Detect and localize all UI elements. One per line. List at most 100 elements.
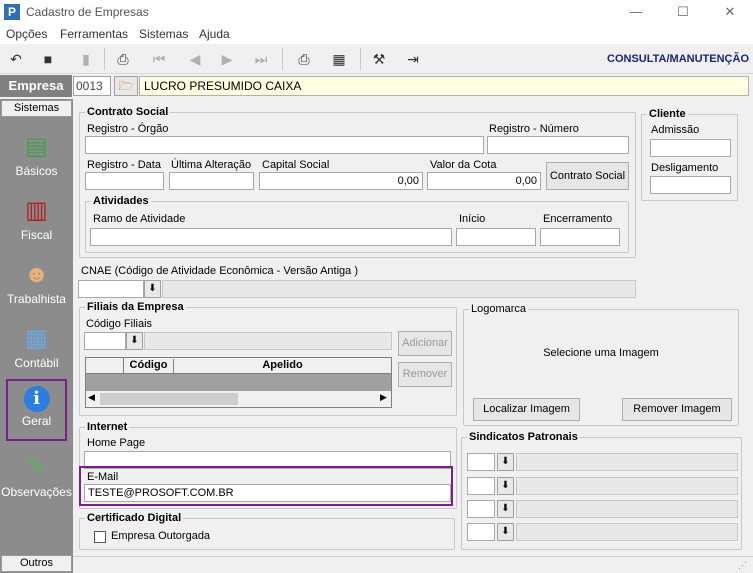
cliente-title: Cliente <box>647 108 688 120</box>
capital-social-field[interactable]: 0,00 <box>259 172 423 190</box>
contrato-social-button[interactable]: Contrato Social <box>546 162 629 190</box>
sindicato-2-description <box>516 477 738 495</box>
adicionar-button[interactable]: Adicionar <box>398 331 452 356</box>
email-field[interactable]: TESTE@PROSOFT.COM.BR <box>84 484 451 502</box>
info-icon: i <box>23 386 50 412</box>
sindicato-3-description <box>516 500 738 518</box>
empresa-code-field[interactable]: 0013 <box>73 76 111 96</box>
document-icon[interactable]: ▮ <box>75 48 97 70</box>
registro-numero-field[interactable] <box>487 136 629 154</box>
admissao-label: Admissão <box>651 124 700 136</box>
menu-ferramentas[interactable]: Ferramentas <box>60 27 128 41</box>
sidebar-item-label: Básicos <box>15 164 58 178</box>
home-page-label: Home Page <box>87 437 146 449</box>
next-record-icon[interactable]: ▶ <box>216 48 238 70</box>
first-record-icon[interactable]: ⏮ <box>148 48 170 70</box>
sindicato-3-field[interactable] <box>467 500 495 518</box>
maximize-button[interactable]: ☐ <box>668 3 698 21</box>
col-codigo-header[interactable]: Código <box>124 359 174 373</box>
scroll-right-icon[interactable]: ▶ <box>380 392 387 403</box>
menu-bar: Opções Ferramentas Sistemas Ajuda <box>0 24 753 44</box>
filiais-title: Filiais da Empresa <box>85 301 186 313</box>
certificado-title: Certificado Digital <box>85 512 184 524</box>
spreadsheet-icon: ▤ <box>25 133 48 160</box>
ramo-atividade-field[interactable] <box>90 228 452 246</box>
row-indicator-header <box>86 358 124 373</box>
print-icon[interactable]: ⎙ <box>293 48 315 70</box>
menu-opcoes[interactable]: Opções <box>6 27 47 41</box>
registro-orgao-label: Registro - Órgão <box>87 123 169 135</box>
sidebar-item-trabalhista[interactable]: ☻ Trabalhista <box>0 248 73 310</box>
localizar-imagem-button[interactable]: Localizar Imagem <box>473 398 580 421</box>
exit-icon[interactable]: ⇥ <box>402 48 424 70</box>
sidebar-header[interactable]: Sistemas <box>1 100 72 117</box>
sindicato-4-dropdown-icon[interactable]: ⬇ <box>497 523 514 541</box>
registro-data-field[interactable] <box>85 172 164 190</box>
sidebar-item-basicos[interactable]: ▤ Básicos <box>0 120 73 182</box>
admissao-field[interactable] <box>650 139 731 157</box>
sidebar-item-observacoes[interactable]: ✎ Observações <box>0 441 73 503</box>
empresa-name-field[interactable]: LUCRO PRESUMIDO CAIXA <box>139 76 749 96</box>
minimize-button[interactable]: — <box>621 3 651 21</box>
open-folder-icon[interactable]: 🗁 <box>114 76 138 96</box>
scroll-thumb[interactable] <box>100 393 238 405</box>
col-apelido-header[interactable]: Apelido <box>174 359 391 371</box>
filiais-horizontal-scrollbar[interactable]: ◀ ▶ <box>86 391 391 407</box>
registro-data-label: Registro - Data <box>87 159 161 171</box>
toolbar-separator <box>282 48 283 70</box>
sindicato-3-dropdown-icon[interactable]: ⬇ <box>497 500 514 518</box>
ultima-alteracao-label: Última Alteração <box>171 159 252 171</box>
cnae-description-field <box>162 280 636 298</box>
menu-sistemas[interactable]: Sistemas <box>139 27 188 41</box>
logomarca-prompt: Selecione uma Imagem <box>543 347 659 359</box>
toolbar-separator <box>104 48 105 70</box>
codigo-filiais-field[interactable] <box>84 332 126 350</box>
ultima-alteracao-field[interactable] <box>169 172 254 190</box>
empresa-outorgada-checkbox[interactable] <box>94 531 106 543</box>
previous-record-icon[interactable]: ◀ <box>184 48 206 70</box>
save-icon[interactable]: ■ <box>37 48 59 70</box>
sidebar-item-label: Geral <box>21 414 52 428</box>
remover-filial-button[interactable]: Remover <box>398 362 452 387</box>
email-label: E-Mail <box>87 471 119 483</box>
tools-icon[interactable]: ⚒ <box>368 48 390 70</box>
valor-cota-label: Valor da Cota <box>430 159 497 171</box>
desligamento-field[interactable] <box>650 176 731 194</box>
calculator-icon: ▦ <box>25 325 48 352</box>
valor-cota-field[interactable]: 0,00 <box>427 172 541 190</box>
logomarca-title: Logomarca <box>469 303 529 315</box>
scroll-left-icon[interactable]: ◀ <box>88 392 95 403</box>
registro-orgao-field[interactable] <box>85 136 484 154</box>
resize-grip-icon[interactable]: ⋰ <box>738 560 747 571</box>
sidebar-footer[interactable]: Outros <box>1 555 72 572</box>
status-bar <box>73 556 753 573</box>
sidebar-item-contabil[interactable]: ▦ Contábil <box>0 312 73 374</box>
menu-ajuda[interactable]: Ajuda <box>199 27 230 41</box>
worker-icon: ☻ <box>23 261 50 288</box>
sidebar-item-geral[interactable]: i Geral <box>6 379 67 441</box>
inicio-field[interactable] <box>456 228 536 246</box>
book-icon: ▥ <box>25 197 48 224</box>
sindicato-1-field[interactable] <box>467 453 495 471</box>
sidebar-item-fiscal[interactable]: ▥ Fiscal <box>0 184 73 246</box>
preview-icon[interactable]: ⎙ <box>112 48 134 70</box>
sindicato-2-field[interactable] <box>467 477 495 495</box>
sidebar-item-label: Fiscal <box>20 228 53 242</box>
desligamento-label: Desligamento <box>651 162 719 174</box>
ramo-atividade-label: Ramo de Atividade <box>93 213 186 225</box>
encerramento-field[interactable] <box>540 228 620 246</box>
codigo-filiais-dropdown-icon[interactable]: ⬇ <box>126 332 143 350</box>
sidebar-item-label: Observações <box>1 485 72 499</box>
notes-pencil-icon: ✎ <box>26 454 47 481</box>
sindicato-1-dropdown-icon[interactable]: ⬇ <box>497 453 514 471</box>
undo-icon[interactable]: ↶ <box>5 48 27 70</box>
last-record-icon[interactable]: ⏭ <box>250 48 272 70</box>
calculator-icon[interactable]: ▦ <box>328 48 350 70</box>
sindicato-2-dropdown-icon[interactable]: ⬇ <box>497 477 514 495</box>
cnae-field[interactable] <box>78 280 144 298</box>
cnae-dropdown-icon[interactable]: ⬇ <box>144 280 161 298</box>
remover-imagem-button[interactable]: Remover Imagem <box>622 398 732 421</box>
sindicato-4-field[interactable] <box>467 523 495 541</box>
close-button[interactable]: ✕ <box>715 3 745 21</box>
empresa-outorgada-label: Empresa Outorgada <box>111 530 211 542</box>
